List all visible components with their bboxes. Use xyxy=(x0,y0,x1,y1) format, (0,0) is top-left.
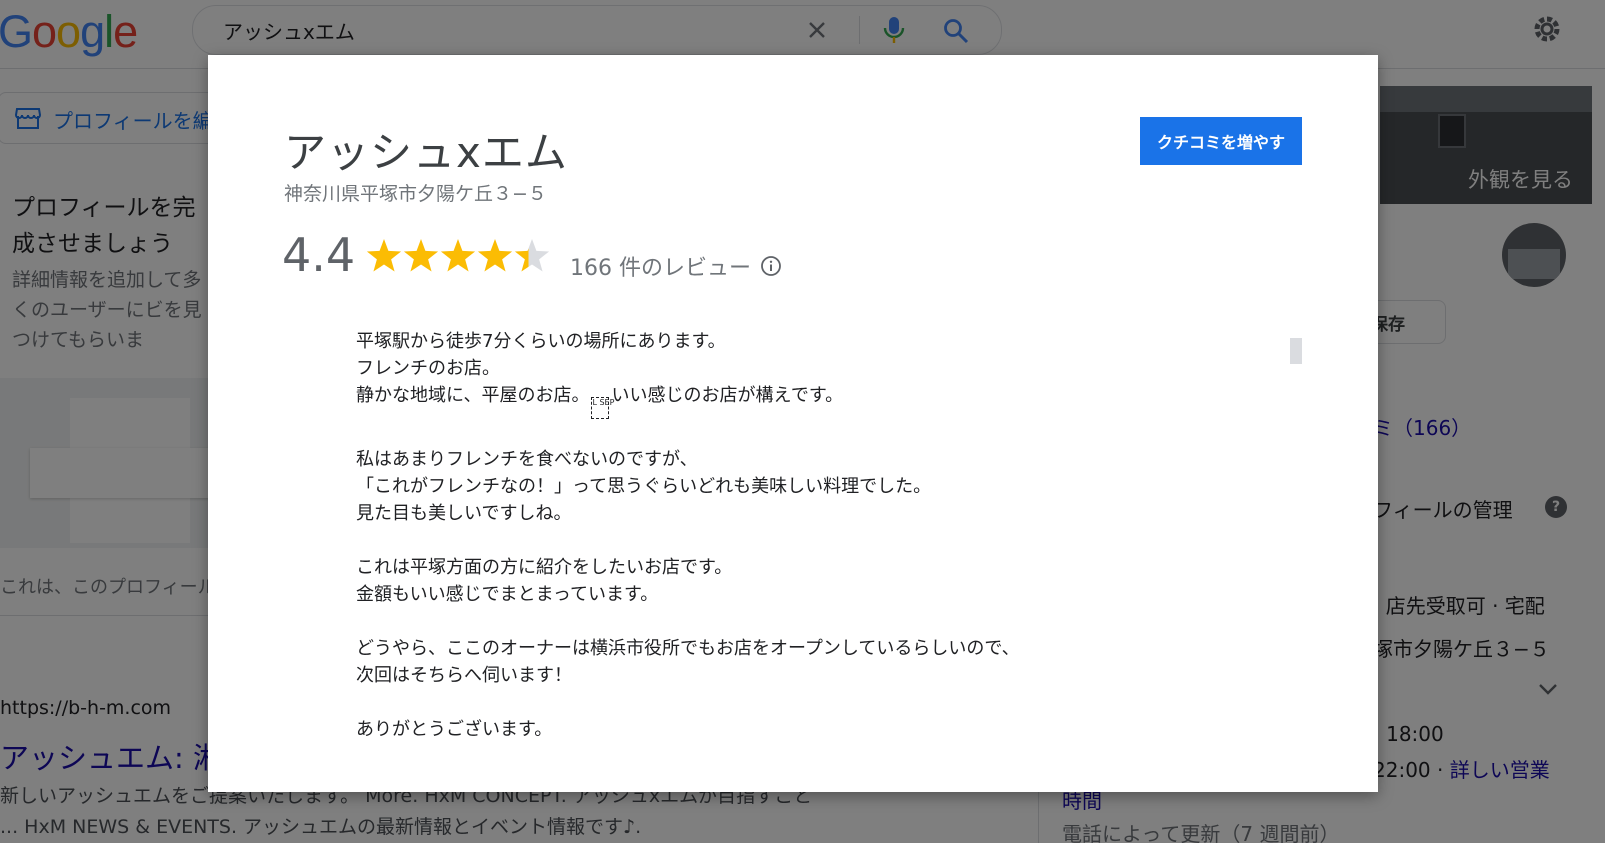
review-line: 次回はそちらへ伺います！ xyxy=(356,665,572,686)
rating-value: 4.4 xyxy=(282,228,356,282)
reviews-dialog: アッシュxエム 神奈川県平塚市夕陽ケ丘３−５ 4.4 166 件のレビュー クチ… xyxy=(208,55,1378,792)
review-line: フレンチのお店。 xyxy=(356,358,500,379)
review-line: どうやら、ここのオーナーは横浜市役所でもお店をオープンしているらしいので、 xyxy=(356,638,1020,659)
star-rating xyxy=(366,239,550,272)
review-line: 平塚駅から徒歩7分くらいの場所にあります。 xyxy=(356,331,726,352)
review-line: 金額もいい感じでまとまっています。 xyxy=(356,584,659,605)
review-line: 私はあまりフレンチを食べないのですが、 xyxy=(356,449,698,470)
review-text: 平塚駅から徒歩7分くらいの場所にあります。 フレンチのお店。 静かな地域に、平屋… xyxy=(356,328,1116,743)
business-name: アッシュxエム xyxy=(284,128,568,177)
scrollbar-thumb[interactable] xyxy=(1290,338,1302,364)
review-line: これは平塚方面の方に紹介をしたいお店です。 xyxy=(356,557,733,578)
review-line-part: いい感じのお店が構えです。 xyxy=(611,385,844,406)
star-icon xyxy=(440,239,476,272)
review-count[interactable]: 166 件のレビュー xyxy=(570,250,751,282)
review-line: ありがとうございます。 xyxy=(356,719,553,740)
line-separator-glyph: L SEP xyxy=(591,397,614,419)
get-more-reviews-button[interactable]: クチコミを増やす xyxy=(1140,117,1302,165)
star-icon xyxy=(403,239,439,272)
info-icon[interactable] xyxy=(760,255,782,277)
star-icon xyxy=(477,239,513,272)
star-icon xyxy=(366,239,402,272)
review-line: 「これがフレンチなの！」って思うぐらいどれも美味しい料理でした。 xyxy=(356,476,932,497)
star-icon xyxy=(514,239,550,272)
review-line-part: 静かな地域に、平屋のお店。 xyxy=(356,385,590,406)
review-line: 見た目も美しいですしね。 xyxy=(356,503,572,524)
review-line: 静かな地域に、平屋のお店。 L SEPいい感じのお店が構えです。 xyxy=(356,382,1116,419)
business-address: 神奈川県平塚市夕陽ケ丘３−５ xyxy=(284,183,547,205)
